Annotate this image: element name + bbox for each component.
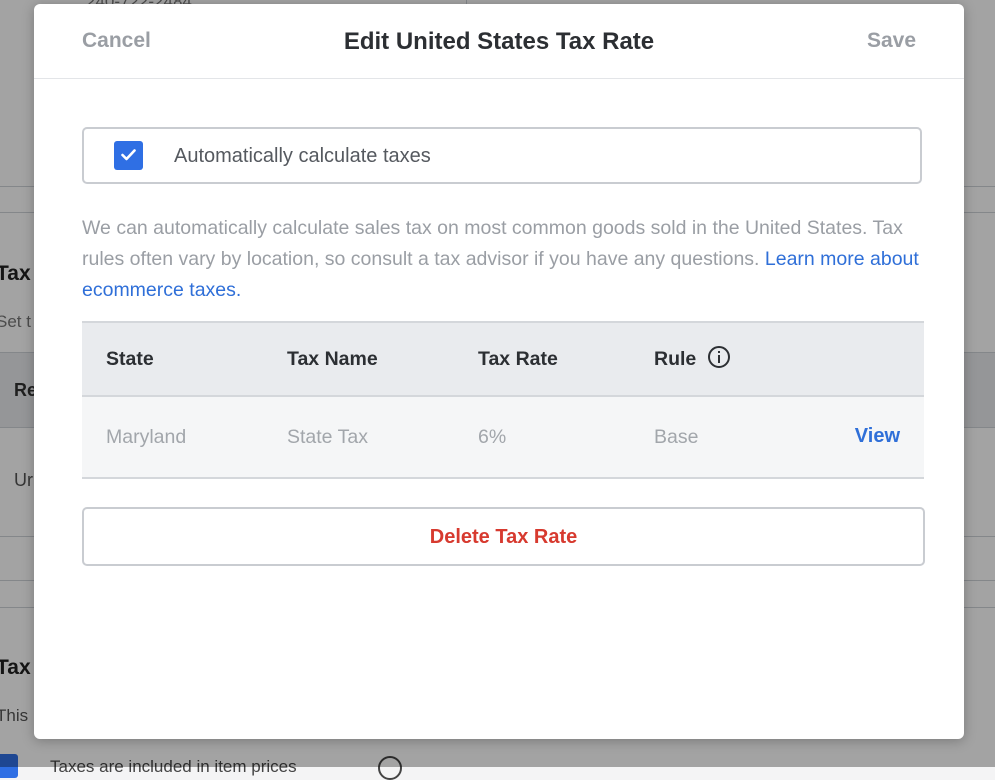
column-header-tax-rate: Tax Rate <box>478 348 558 370</box>
view-link[interactable]: View <box>855 425 900 448</box>
delete-tax-rate-label: Delete Tax Rate <box>429 526 578 548</box>
auto-calculate-description: We can automatically calculate sales tax… <box>82 213 922 306</box>
column-header-state: State <box>106 348 154 370</box>
cell-tax-name: State Tax <box>287 426 368 448</box>
modal-header: Cancel Edit United States Tax Rate Save <box>34 4 964 79</box>
save-button[interactable]: Save <box>867 29 916 53</box>
table-row: Maryland State Tax 6% Base View <box>82 397 924 479</box>
cell-rule: Base <box>654 426 699 448</box>
delete-tax-rate-button[interactable]: Delete Tax Rate <box>82 507 925 566</box>
table-header-row: State Tax Name Tax Rate Rule <box>82 323 924 397</box>
column-header-rule: Rule <box>654 348 697 370</box>
modal-title: Edit United States Tax Rate <box>343 28 655 55</box>
cell-tax-rate: 6% <box>478 426 507 448</box>
column-header-tax-name: Tax Name <box>287 348 378 370</box>
cell-state: Maryland <box>106 426 187 448</box>
auto-calculate-option[interactable]: Automatically calculate taxes <box>82 127 922 184</box>
auto-calculate-label: Automatically calculate taxes <box>174 145 431 167</box>
edit-tax-rate-modal: Cancel Edit United States Tax Rate Save … <box>34 4 964 739</box>
tax-rates-table: State Tax Name Tax Rate Rule Maryland St… <box>82 321 924 479</box>
auto-calculate-checkbox[interactable] <box>114 141 143 170</box>
check-icon <box>121 149 136 161</box>
info-icon[interactable] <box>708 346 730 368</box>
